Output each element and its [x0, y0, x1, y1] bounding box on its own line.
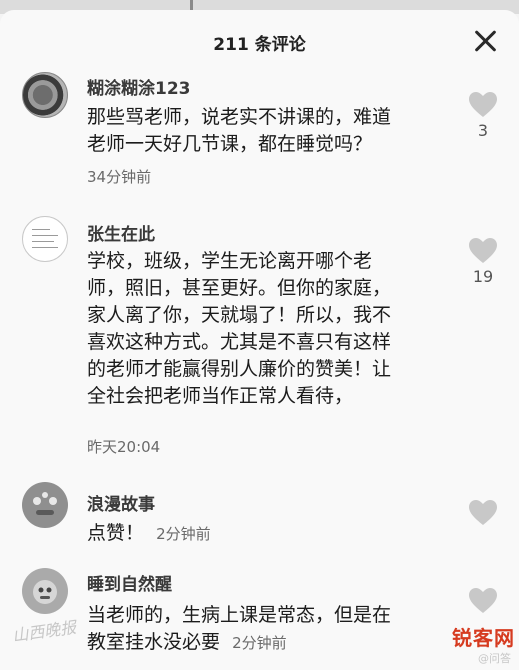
like-button[interactable]	[469, 588, 497, 618]
comment-item: 睡到自然醒 当老师的，生病上课是常态，但是在 教室挂水没必要 2分钟前	[0, 568, 519, 670]
comment-line: 点赞！	[87, 522, 145, 544]
comment-line: 的老师才能赢得别人廉价的赞美！让	[87, 358, 392, 380]
close-icon[interactable]	[471, 27, 499, 55]
site-logo-watermark: 锐客网	[452, 626, 515, 650]
comment-time: 2分钟前	[156, 525, 211, 543]
avatar[interactable]	[22, 482, 68, 528]
avatar[interactable]	[22, 568, 68, 614]
comment-item: 张生在此 学校，班级，学生无论离开哪个老 师，照旧，甚至更好。但你的家庭， 家人…	[0, 214, 519, 474]
comment-username[interactable]: 糊涂糊涂123	[87, 74, 191, 99]
comment-line: 当老师的，生病上课是常态，但是在	[87, 604, 392, 626]
comment-line: 那些骂老师，说老实不讲课的，难道	[87, 106, 392, 128]
comment-line: 学校，班级，学生无论离开哪个老	[87, 250, 373, 272]
heart-icon	[469, 238, 497, 263]
comment-time: 34分钟前	[87, 168, 152, 186]
comment-item: 糊涂糊涂123 那些骂老师，说老实不讲课的，难道 老师一天好几节课，都在睡觉吗？…	[0, 70, 519, 200]
comment-username[interactable]: 张生在此	[87, 220, 155, 245]
comment-line: 喜欢这种方式。尤其是不喜只有这样	[87, 331, 392, 353]
comment-line: 全社会把老师当作正常人看待，	[87, 385, 354, 407]
comments-sheet: 211 条评论 糊涂糊涂123 那些骂老师，说老实不讲课的，难道 老师一天好几节…	[0, 10, 519, 670]
comment-time: 2分钟前	[232, 634, 287, 652]
comment-line: 老师一天好几节课，都在睡觉吗？	[87, 133, 373, 155]
comment-time: 昨天20:04	[87, 438, 161, 456]
like-count: 3	[477, 121, 489, 140]
comment-line: 师，照旧，甚至更好。但你的家庭，	[87, 277, 392, 299]
heart-icon	[469, 92, 497, 117]
like-button[interactable]	[469, 92, 497, 122]
avatar[interactable]	[22, 216, 68, 262]
comment-text: 那些骂老师，说老实不讲课的，难道 老师一天好几节课，都在睡觉吗？	[87, 104, 442, 158]
heart-icon	[469, 500, 497, 525]
comment-count-title: 211 条评论	[213, 35, 306, 55]
comment-line: 教室挂水没必要	[87, 631, 221, 653]
qa-watermark: @问答	[478, 652, 511, 665]
like-button[interactable]	[469, 238, 497, 268]
comment-item: 浪漫故事 点赞！ 2分钟前	[0, 480, 519, 560]
comment-text: 当老师的，生病上课是常态，但是在 教室挂水没必要 2分钟前	[87, 602, 442, 657]
like-count: 19	[472, 267, 494, 286]
like-button[interactable]	[469, 500, 497, 530]
comment-username[interactable]: 浪漫故事	[87, 490, 155, 515]
comment-text: 学校，班级，学生无论离开哪个老 师，照旧，甚至更好。但你的家庭， 家人离了你，天…	[87, 248, 447, 410]
comment-line: 家人离了你，天就塌了！所以，我不	[87, 304, 392, 326]
comment-username[interactable]: 睡到自然醒	[87, 570, 172, 595]
avatar[interactable]	[22, 72, 68, 118]
comment-text: 点赞！ 2分钟前	[87, 520, 442, 548]
comments-header: 211 条评论	[0, 10, 519, 70]
heart-icon	[469, 588, 497, 613]
